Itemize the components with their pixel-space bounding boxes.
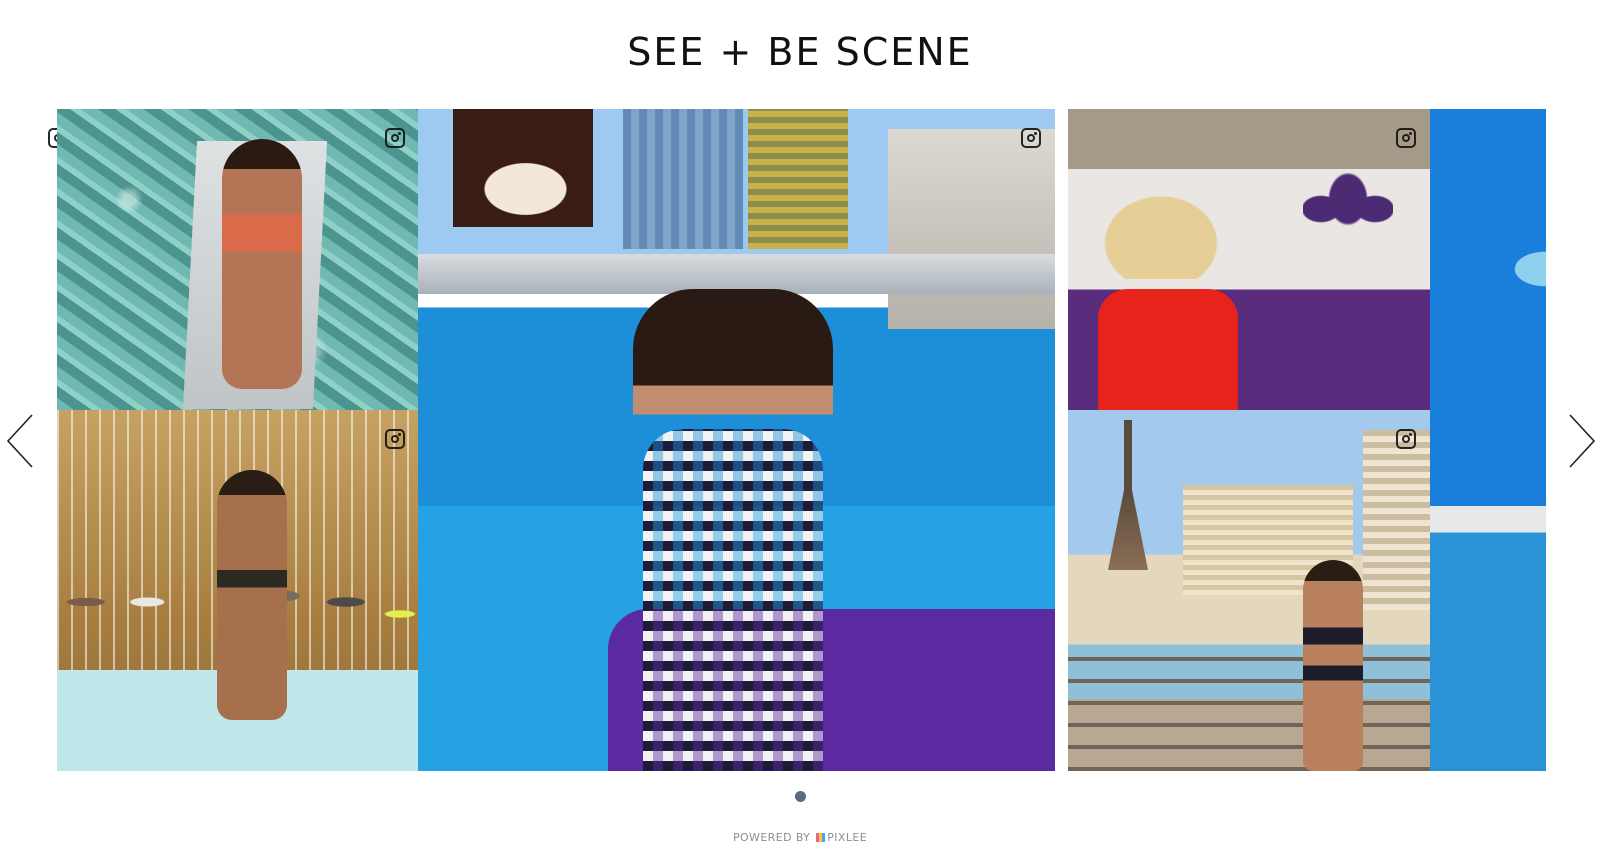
photo-partial-pool[interactable] xyxy=(1430,109,1546,771)
dress-shape xyxy=(643,429,823,771)
instagram-icon xyxy=(1396,128,1416,148)
building-shape xyxy=(888,129,1055,329)
pixlee-logo-icon xyxy=(816,832,826,842)
pool-deck-shape xyxy=(418,254,1055,294)
powered-by-label: POWERED BY xyxy=(732,831,811,844)
photo-waterfall[interactable] xyxy=(57,410,418,771)
photo-pool-lounger[interactable] xyxy=(57,109,418,410)
instagram-icon xyxy=(385,128,405,148)
dress-shape xyxy=(1098,289,1238,410)
photo-gallery-carousel xyxy=(0,0,1600,851)
pagination-dot[interactable] xyxy=(795,791,806,802)
umbrella-shape xyxy=(1303,159,1393,259)
hotel-shape xyxy=(1363,430,1430,610)
building-shape xyxy=(623,109,743,249)
photo-main-pool[interactable] xyxy=(418,109,1055,771)
tower-shape xyxy=(1108,420,1148,570)
person-shape xyxy=(222,139,302,389)
person-shape xyxy=(1303,560,1363,771)
instagram-icon xyxy=(1396,429,1416,449)
person-shape xyxy=(217,470,287,720)
hat-shape xyxy=(1096,189,1226,279)
powered-by-footer[interactable]: POWERED BY PIXLEE xyxy=(0,831,1600,844)
instagram-icon xyxy=(1021,128,1041,148)
carousel-prev-button[interactable] xyxy=(6,413,36,469)
railing-shape xyxy=(1068,650,1430,771)
carousel-next-button[interactable] xyxy=(1566,413,1596,469)
pixlee-brand: PIXLEE xyxy=(827,831,868,844)
photo-hat-lounge[interactable] xyxy=(1068,109,1430,410)
chevron-left-icon xyxy=(6,414,33,468)
lamp-shape xyxy=(1510,249,1546,289)
photo-eiffel-view[interactable] xyxy=(1068,410,1430,771)
instagram-icon xyxy=(385,429,405,449)
billboard-shape xyxy=(453,109,593,227)
building-shape xyxy=(748,109,848,249)
chevron-right-icon xyxy=(1569,414,1596,468)
